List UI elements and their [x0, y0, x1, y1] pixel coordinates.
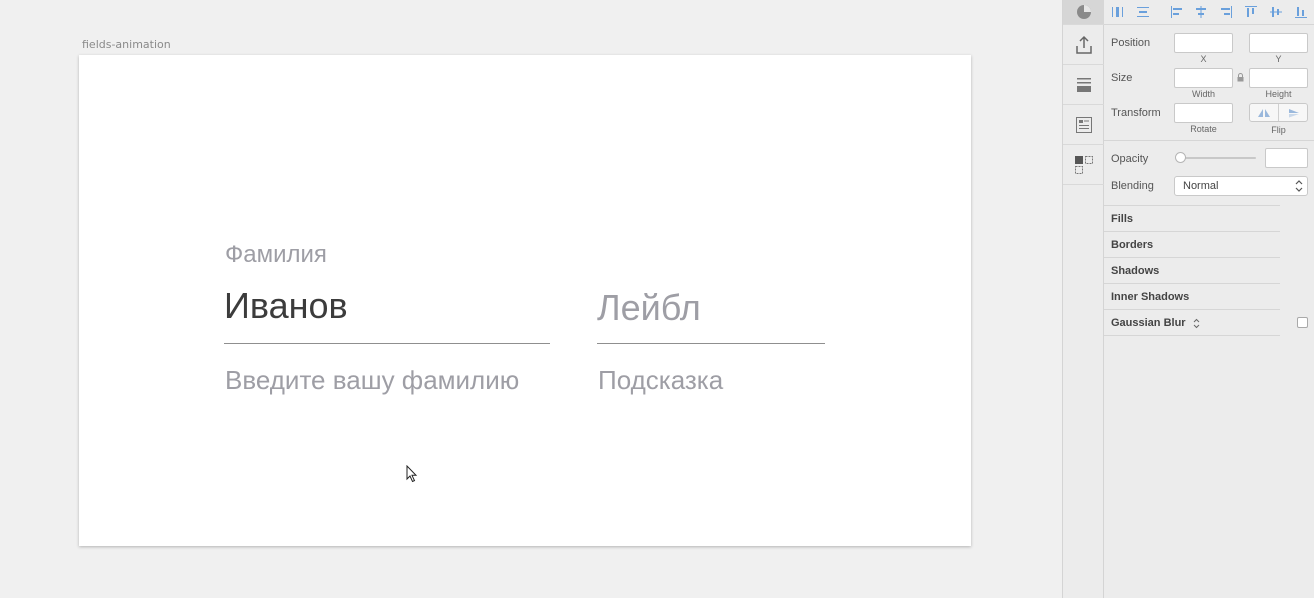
lastname-text-field[interactable]: Фамилия Иванов Введите вашу фамилию: [224, 235, 550, 405]
distribute-horizontal-icon[interactable]: [1111, 5, 1125, 19]
gaussian-blur-section[interactable]: Gaussian Blur: [1104, 310, 1280, 336]
inspector-divider: [1104, 140, 1314, 141]
opacity-slider-knob[interactable]: [1175, 152, 1186, 163]
pointer-cursor-icon: [406, 465, 418, 483]
size-height-caption: Height: [1265, 89, 1292, 99]
position-x-caption: X: [1200, 54, 1207, 64]
fills-section[interactable]: Fills: [1104, 206, 1280, 232]
list-icon: [1075, 116, 1092, 133]
flip-vertical-icon: [1288, 108, 1299, 117]
borders-section[interactable]: Borders: [1104, 232, 1280, 258]
blending-select[interactable]: Normal: [1174, 176, 1308, 196]
position-y-caption: Y: [1275, 54, 1282, 64]
lastname-hint: Введите вашу фамилию: [225, 365, 520, 395]
blending-label: Blending: [1111, 180, 1154, 192]
components-tab[interactable]: [1063, 145, 1104, 185]
align-left-icon[interactable]: [1170, 5, 1184, 19]
inner-shadows-section[interactable]: Inner Shadows: [1104, 284, 1280, 310]
export-tab[interactable]: [1063, 25, 1104, 65]
inspector-panel: Position X Y Size Width Height Transform…: [1104, 0, 1314, 598]
position-x-input[interactable]: [1174, 33, 1233, 53]
flip-horizontal-button[interactable]: [1250, 104, 1279, 121]
size-width-input[interactable]: [1174, 68, 1233, 88]
artboard-name-label[interactable]: fields-animation: [82, 38, 171, 51]
align-center-horizontal-icon[interactable]: [1194, 5, 1208, 19]
artboard[interactable]: Фамилия Иванов Введите вашу фамилию Лейб…: [79, 55, 971, 546]
blending-value: Normal: [1183, 180, 1219, 192]
lastname-underline: [224, 343, 550, 344]
align-right-icon[interactable]: [1219, 5, 1233, 19]
lastname-floating-label: Фамилия: [225, 241, 327, 268]
layers-tab[interactable]: [1063, 65, 1104, 105]
flip-button-group: [1249, 103, 1308, 122]
borders-section-title: Borders: [1111, 239, 1154, 251]
gaussian-blur-section-title: Gaussian Blur: [1111, 317, 1186, 329]
style-tab[interactable]: [1063, 0, 1104, 25]
shadows-section[interactable]: Shadows: [1104, 258, 1280, 284]
gaussian-blur-checkbox[interactable]: [1297, 317, 1308, 328]
flip-caption: Flip: [1271, 125, 1286, 135]
position-y-input[interactable]: [1249, 33, 1308, 53]
up-down-chevron-icon: [1295, 180, 1303, 192]
lastname-value[interactable]: Иванов: [224, 285, 348, 327]
generic-text-field[interactable]: Лейбл Подсказка: [597, 235, 825, 405]
size-height-input[interactable]: [1249, 68, 1308, 88]
blur-type-chevron-icon[interactable]: [1193, 318, 1200, 329]
opacity-label: Opacity: [1111, 153, 1149, 165]
components-icon: [1074, 155, 1093, 174]
align-top-icon[interactable]: [1244, 5, 1258, 19]
size-width-caption: Width: [1191, 89, 1215, 99]
shadows-section-title: Shadows: [1111, 265, 1160, 277]
inspector-toolstrip: [1062, 0, 1104, 598]
flip-horizontal-icon: [1258, 108, 1270, 117]
opacity-slider-track[interactable]: [1178, 157, 1256, 159]
align-bottom-icon[interactable]: [1294, 5, 1308, 19]
list-tab[interactable]: [1063, 105, 1104, 145]
position-label: Position: [1111, 37, 1151, 49]
alignment-toolbar: [1104, 0, 1314, 25]
transform-label: Transform: [1111, 107, 1161, 119]
opacity-input[interactable]: [1265, 148, 1308, 168]
align-middle-vertical-icon[interactable]: [1269, 5, 1283, 19]
generic-hint: Подсказка: [598, 365, 724, 395]
canvas[interactable]: fields-animation Фамилия Иванов Введите …: [0, 0, 1062, 598]
inner-shadows-section-title: Inner Shadows: [1111, 291, 1190, 303]
size-label: Size: [1111, 72, 1133, 84]
rotate-input[interactable]: [1174, 103, 1233, 123]
distribute-vertical-icon[interactable]: [1136, 5, 1150, 19]
fills-section-title: Fills: [1111, 213, 1134, 225]
layers-icon: [1076, 77, 1091, 92]
lock-icon[interactable]: [1237, 73, 1244, 82]
generic-underline: [597, 343, 825, 344]
flip-vertical-button[interactable]: [1279, 104, 1308, 121]
style-icon: [1076, 5, 1091, 19]
rotate-caption: Rotate: [1190, 124, 1217, 134]
generic-placeholder[interactable]: Лейбл: [597, 287, 701, 329]
export-icon: [1075, 35, 1092, 54]
